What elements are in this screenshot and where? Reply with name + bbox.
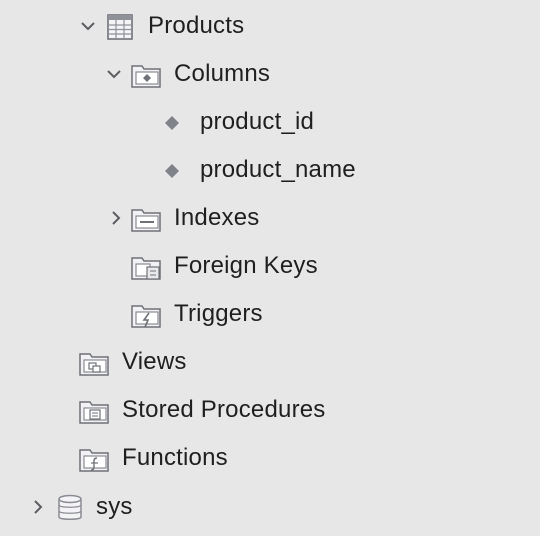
tree-item-label: Indexes [174,204,260,231]
columns-folder-icon [130,60,162,90]
tree-item-foreign-keys[interactable]: Foreign Keys [0,242,540,290]
tree-item-columns[interactable]: Columns [0,50,540,98]
tree-item-label: sys [96,493,133,520]
views-folder-icon [78,348,110,378]
tree-item-label: Foreign Keys [174,252,318,279]
tree-item-products[interactable]: Products [0,2,540,50]
functions-folder-icon [78,444,110,474]
tree-item-sys[interactable]: sys [0,483,540,531]
table-icon [104,12,136,42]
tree-item-label: Stored Procedures [122,396,326,423]
tree-item-views[interactable]: Views [0,338,540,386]
column-name: product_id [200,108,315,135]
tree-item-label: Triggers [174,300,263,327]
tree-item-label: Columns [174,60,271,87]
indexes-folder-icon [130,204,162,234]
tree-item-triggers[interactable]: Triggers [0,290,540,338]
column-name: product_name [200,156,356,183]
database-icon [54,493,86,523]
stored-procedures-folder-icon [78,396,110,426]
schema-tree: Products Columns product_id product_name [0,0,540,536]
tree-item-stored-procedures[interactable]: Stored Procedures [0,386,540,434]
tree-item-indexes[interactable]: Indexes [0,194,540,242]
column-diamond-icon [156,156,188,186]
triggers-folder-icon [130,300,162,330]
tree-item-label: Products [148,12,245,39]
column-diamond-icon [156,108,188,138]
tree-item-column[interactable]: product_name [0,146,540,194]
chevron-down-icon[interactable] [104,62,124,86]
chevron-right-icon[interactable] [28,495,48,519]
chevron-right-icon[interactable] [106,206,126,230]
chevron-down-icon[interactable] [78,14,98,38]
tree-item-label: Functions [122,444,228,471]
tree-item-functions[interactable]: Functions [0,434,540,482]
foreign-keys-folder-icon [130,252,162,282]
tree-item-label: Views [122,348,187,375]
tree-item-column[interactable]: product_id [0,98,540,146]
